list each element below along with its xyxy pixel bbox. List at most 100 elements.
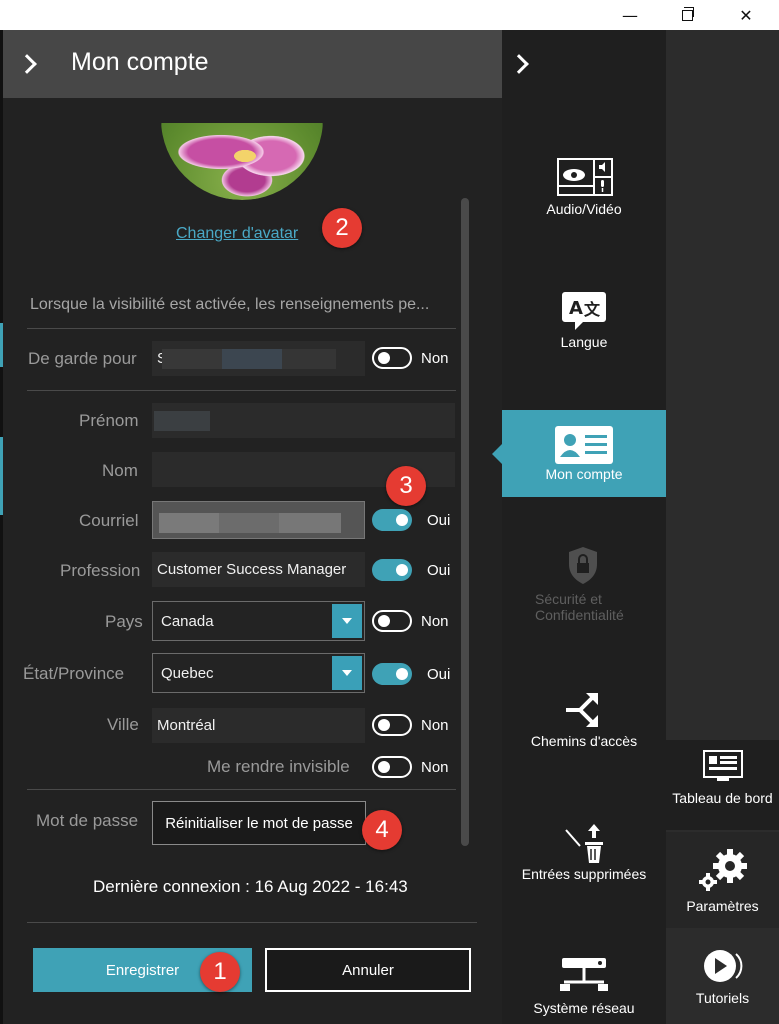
country-label: Pays: [105, 612, 143, 631]
close-button[interactable]: ✕: [723, 0, 769, 30]
profession-visibility-toggle[interactable]: [372, 559, 412, 581]
divider: [27, 328, 456, 329]
edge-marker: [0, 323, 3, 367]
email-field[interactable]: [152, 501, 365, 539]
city-toggle-label: Non: [421, 717, 449, 734]
state-toggle-label: Oui: [427, 666, 451, 683]
svg-text:A: A: [569, 298, 583, 319]
last-name-label: Nom: [102, 461, 138, 480]
visibility-notice: Lorsque la visibilité est activée, les r…: [30, 296, 430, 313]
callout-badge-2: 2: [322, 208, 362, 248]
nav-label: Entrées supprimées: [521, 866, 647, 882]
redacted-block: [154, 411, 210, 431]
first-name-field[interactable]: [152, 403, 455, 438]
nav-item-security-privacy: Sécurité et Confidentialité: [502, 545, 666, 630]
minimize-button[interactable]: —: [607, 0, 653, 30]
active-nav-pointer: [492, 444, 502, 464]
tile-settings[interactable]: Paramètres: [666, 832, 779, 928]
email-visibility-toggle[interactable]: [372, 509, 412, 531]
redacted-block: [219, 513, 279, 533]
language-icon: A 文: [562, 292, 606, 330]
audio-video-icon: [557, 158, 613, 196]
gears-icon: [699, 849, 747, 891]
panel-edge: [0, 30, 3, 1024]
state-select[interactable]: Quebec: [152, 653, 365, 693]
invisible-toggle-label: Non: [421, 759, 449, 776]
redacted-block: [279, 513, 341, 533]
invisible-label: Me rendre invisible: [207, 757, 350, 776]
window-titlebar: [0, 0, 779, 30]
tile-label: Paramètres: [686, 898, 759, 914]
redacted-block: [282, 349, 336, 369]
city-label: Ville: [107, 715, 139, 734]
minimize-icon: —: [622, 5, 638, 25]
nav-item-audio-video[interactable]: Audio/Vidéo: [502, 150, 666, 230]
state-visibility-toggle[interactable]: [372, 663, 412, 685]
on-call-label: De garde pour: [28, 349, 137, 368]
maximize-button[interactable]: [664, 0, 710, 30]
restore-icon: [681, 6, 694, 21]
chevron-down-icon[interactable]: [332, 656, 362, 690]
svg-text:文: 文: [584, 300, 601, 319]
profession-label: Profession: [60, 561, 141, 580]
country-visibility-toggle[interactable]: [372, 610, 412, 632]
cancel-button[interactable]: Annuler: [265, 948, 471, 992]
account-card-icon: [555, 426, 613, 464]
routing-icon: [566, 693, 598, 727]
nav-item-my-account[interactable]: Mon compte: [502, 410, 666, 497]
city-field[interactable]: Montréal: [152, 708, 365, 743]
nav-label: Chemins d'accès: [530, 733, 638, 749]
invisible-toggle[interactable]: [372, 756, 412, 778]
email-label: Courriel: [79, 511, 139, 530]
tile-tutorials[interactable]: Tutoriels: [666, 930, 779, 1024]
callout-badge-4: 4: [362, 810, 402, 850]
callout-badge-3: 3: [386, 466, 426, 506]
chevron-down-icon[interactable]: [332, 604, 362, 638]
tile-label: Tutoriels: [695, 990, 750, 1006]
callout-badge-1: 1: [200, 952, 240, 992]
nav-item-deleted-entries[interactable]: Entrées supprimées: [502, 818, 666, 898]
divider: [27, 390, 456, 391]
state-label: État/Province: [23, 664, 125, 683]
tile-dashboard[interactable]: Tableau de bord: [666, 740, 779, 830]
on-call-toggle-label: Non: [421, 350, 449, 367]
reset-password-button[interactable]: Réinitialiser le mot de passe: [152, 801, 366, 845]
city-visibility-toggle[interactable]: [372, 714, 412, 736]
first-name-label: Prénom: [79, 411, 139, 430]
nav-item-language[interactable]: A 文 Langue: [502, 285, 666, 365]
nav-label: Système réseau: [533, 1000, 635, 1016]
close-icon: ✕: [739, 5, 753, 25]
nav-label: Langue: [560, 334, 608, 350]
country-value: Canada: [161, 613, 214, 630]
nav-label: Audio/Vidéo: [546, 201, 622, 217]
network-icon: [560, 958, 608, 991]
profession-value: Customer Success Manager: [157, 561, 347, 578]
nav-item-routing[interactable]: Chemins d'accès: [502, 685, 666, 765]
redacted-block: [162, 349, 222, 369]
divider: [27, 789, 456, 790]
password-label: Mot de passe: [36, 811, 139, 830]
tile-label: Tableau de bord: [672, 790, 773, 806]
country-select[interactable]: Canada: [152, 601, 365, 641]
country-toggle-label: Non: [421, 613, 449, 630]
lock-shield-icon: [569, 547, 597, 584]
dashboard-icon: [703, 750, 743, 781]
page-title: Mon compte: [71, 48, 209, 76]
profession-field[interactable]: Customer Success Manager: [152, 552, 365, 587]
state-value: Quebec: [161, 665, 214, 682]
on-call-field[interactable]: S: [152, 341, 365, 376]
on-call-toggle[interactable]: [372, 347, 412, 369]
nav-item-network-system[interactable]: Système réseau: [502, 950, 666, 1024]
city-value: Montréal: [157, 717, 216, 734]
play-icon: [704, 950, 743, 982]
edge-marker: [0, 437, 3, 515]
divider: [27, 922, 477, 923]
change-avatar-link[interactable]: Changer d'avatar: [176, 225, 298, 243]
redacted-block: [159, 513, 219, 533]
nav-label: Mon compte: [545, 466, 623, 482]
scrollbar[interactable]: [461, 198, 469, 846]
redacted-block: [222, 349, 282, 369]
last-login-text: Dernière connexion : 16 Aug 2022 - 16:43: [93, 877, 408, 896]
nav-label: Sécurité et Confidentialité: [535, 591, 624, 623]
trash-icon: [565, 824, 603, 863]
